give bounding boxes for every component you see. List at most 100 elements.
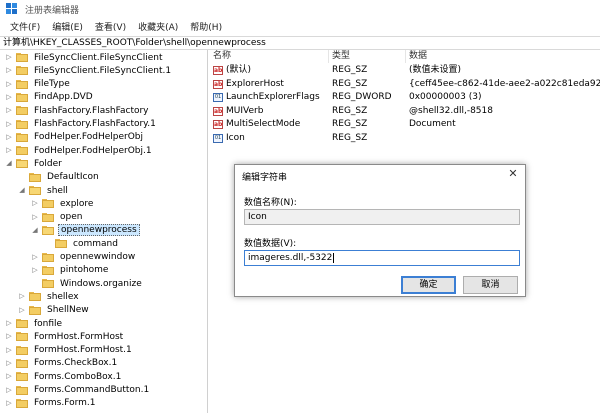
tree-item[interactable]: ▷ explore [31, 197, 95, 210]
edit-string-dialog: 编辑字符串 ✕ 数值名称(N): Icon 数值数据(V): imageres.… [234, 164, 526, 297]
tree-item[interactable]: ◢ opennewprocess [31, 224, 140, 237]
expand-arrow-icon[interactable]: ▷ [5, 53, 13, 62]
expand-arrow-icon[interactable]: ▷ [5, 319, 13, 328]
tree-item[interactable]: ▷ pintohome [31, 264, 110, 277]
folder-icon [16, 146, 28, 156]
menu-view[interactable]: 查看(V) [89, 20, 132, 33]
menu-edit[interactable]: 编辑(E) [46, 20, 89, 33]
tree-item[interactable]: DefaultIcon [18, 171, 101, 184]
tree-item-label: FlashFactory.FlashFactory [34, 105, 149, 116]
expand-arrow-icon[interactable]: ▷ [5, 133, 13, 142]
expand-arrow-icon[interactable]: ▷ [5, 146, 13, 155]
column-header-type[interactable]: 类型 [328, 50, 350, 63]
value-row[interactable]: 01 LaunchExplorerFlags REG_DWORD 0x00000003… [209, 91, 600, 104]
collapse-arrow-icon[interactable]: ◢ [18, 186, 26, 195]
value-row[interactable]: 01 Icon REG_SZ [209, 132, 600, 145]
column-header-name[interactable]: 名称 [209, 50, 231, 63]
value-name: ab (默认) [213, 64, 251, 77]
menu-favorites[interactable]: 收藏夹(A) [132, 20, 184, 33]
tree-item[interactable]: ▷ ShellNew [18, 304, 91, 317]
tree-item[interactable]: ▷ Forms.ComboBox.1 [5, 370, 123, 383]
value-type: REG_SZ [332, 132, 368, 143]
folder-icon [16, 345, 28, 355]
expand-arrow-icon[interactable]: ▷ [31, 213, 39, 222]
tree-item[interactable]: command [44, 237, 120, 250]
tree-item[interactable]: ▷ Forms.Form.1 [5, 397, 97, 410]
folder-icon [16, 319, 28, 328]
expand-arrow-icon[interactable]: ▷ [5, 120, 13, 129]
expand-arrow-icon[interactable]: ▷ [5, 332, 13, 341]
folder-icon [16, 332, 28, 342]
expand-arrow-icon[interactable]: ▷ [5, 93, 13, 102]
tree-item[interactable]: ▷ FodHelper.FodHelperObj.1 [5, 144, 154, 157]
value-row[interactable]: ab MUIVerb REG_SZ @shell32.dll,-8518 [209, 105, 600, 118]
expand-arrow-icon[interactable]: ▷ [18, 306, 26, 315]
expand-arrow-icon[interactable]: ▷ [5, 399, 13, 408]
collapse-arrow-icon[interactable]: ◢ [5, 159, 13, 168]
tree-item[interactable]: ▷ FileSyncClient.FileSyncClient [5, 51, 164, 64]
tree-item[interactable]: ▷ FileSyncClient.FileSyncClient.1 [5, 64, 173, 77]
tree-item-label: opennewwindow [60, 252, 136, 262]
value-data-input[interactable]: imageres.dll,-5322 [244, 250, 520, 266]
tree-item[interactable]: ▷ FlashFactory.FlashFactory [5, 104, 151, 117]
tree-item[interactable]: ▷ shellex [18, 290, 81, 303]
registry-editor-icon [6, 3, 18, 15]
expand-arrow-icon[interactable]: ▷ [31, 253, 39, 262]
cancel-button[interactable]: 取消 [463, 276, 518, 294]
tree-item[interactable]: ▷ FindApp.DVD [5, 91, 95, 104]
window-title: 注册表编辑器 [25, 5, 80, 16]
tree-item[interactable]: Windows.organize [31, 277, 144, 290]
tree-item[interactable]: ▷ Forms.CheckBox.1 [5, 357, 119, 370]
tree-item-label: FodHelper.FodHelperObj.1 [34, 145, 152, 156]
folder-icon [29, 292, 41, 302]
dialog-title: 编辑字符串 [242, 173, 288, 183]
tree-item[interactable]: ▷ FlashFactory.FlashFactory.1 [5, 118, 158, 131]
close-icon[interactable]: ✕ [507, 168, 519, 180]
tree-item[interactable]: ▷ opennewwindow [31, 251, 137, 264]
expand-arrow-icon[interactable]: ▷ [31, 266, 39, 275]
string-value-icon: ab [213, 120, 223, 129]
expand-arrow-icon[interactable]: ▷ [5, 372, 13, 381]
tree-item[interactable]: ◢ Folder [5, 157, 64, 170]
collapse-arrow-icon[interactable]: ◢ [31, 226, 39, 235]
menu-help[interactable]: 帮助(H) [184, 20, 228, 33]
value-row[interactable]: ab (默认) REG_SZ (数值未设置) [209, 64, 600, 77]
tree-item-label: Forms.ComboBox.1 [34, 371, 122, 382]
expand-arrow-icon[interactable]: ▷ [31, 199, 39, 208]
value-name-text: ExplorerHost [226, 78, 284, 89]
expand-arrow-icon[interactable]: ▷ [5, 346, 13, 355]
expand-arrow-icon[interactable]: ▷ [5, 386, 13, 395]
tree-item-label: fonfile [34, 318, 63, 329]
tree-item[interactable]: ▷ FormHost.FormHost [5, 330, 125, 343]
value-name-text: MUIVerb [226, 105, 264, 116]
folder-icon [42, 279, 54, 289]
expand-arrow-icon[interactable]: ▷ [5, 106, 13, 115]
address-bar[interactable]: 计算机\HKEY_CLASSES_ROOT\Folder\shell\openn… [0, 36, 600, 50]
tree-item[interactable]: ▷ fonfile [5, 317, 64, 330]
value-row[interactable]: ab ExplorerHost REG_SZ {ceff45ee-c862-41de-… [209, 78, 600, 91]
value-type: REG_SZ [332, 105, 368, 116]
ok-button[interactable]: 确定 [401, 276, 456, 294]
expand-arrow-icon[interactable]: ▷ [5, 359, 13, 368]
tree-item[interactable]: ▷ FileType [5, 78, 72, 91]
expand-arrow-icon[interactable]: ▷ [5, 66, 13, 75]
menu-file[interactable]: 文件(F) [4, 20, 46, 33]
tree-item[interactable]: ▷ Forms.CommandButton.1 [5, 384, 151, 397]
folder-icon [42, 225, 54, 235]
tree-item-label: Windows.organize [60, 278, 142, 289]
folder-icon [16, 53, 28, 62]
expand-arrow-icon[interactable]: ▷ [18, 292, 26, 301]
tree-item[interactable]: ▷ FormHost.FormHost.1 [5, 344, 134, 357]
expand-arrow-icon[interactable]: ▷ [5, 80, 13, 89]
tree-item[interactable]: ▷ open [31, 211, 84, 224]
tree-item[interactable]: ▷ FodHelper.FodHelperObj [5, 131, 145, 144]
value-row[interactable]: ab MultiSelectMode REG_SZ Document [209, 118, 600, 131]
tree-item[interactable]: ◢ shell [18, 184, 70, 197]
tree-item-label: FileSyncClient.FileSyncClient [34, 52, 163, 63]
string-value-icon: ab [213, 66, 223, 75]
folder-icon [55, 239, 67, 249]
value-name-field[interactable]: Icon [244, 209, 520, 225]
menu-bar: 文件(F) 编辑(E) 查看(V) 收藏夹(A) 帮助(H) [0, 18, 600, 34]
column-header-data[interactable]: 数据 [405, 50, 427, 63]
value-data: Document [409, 119, 456, 129]
